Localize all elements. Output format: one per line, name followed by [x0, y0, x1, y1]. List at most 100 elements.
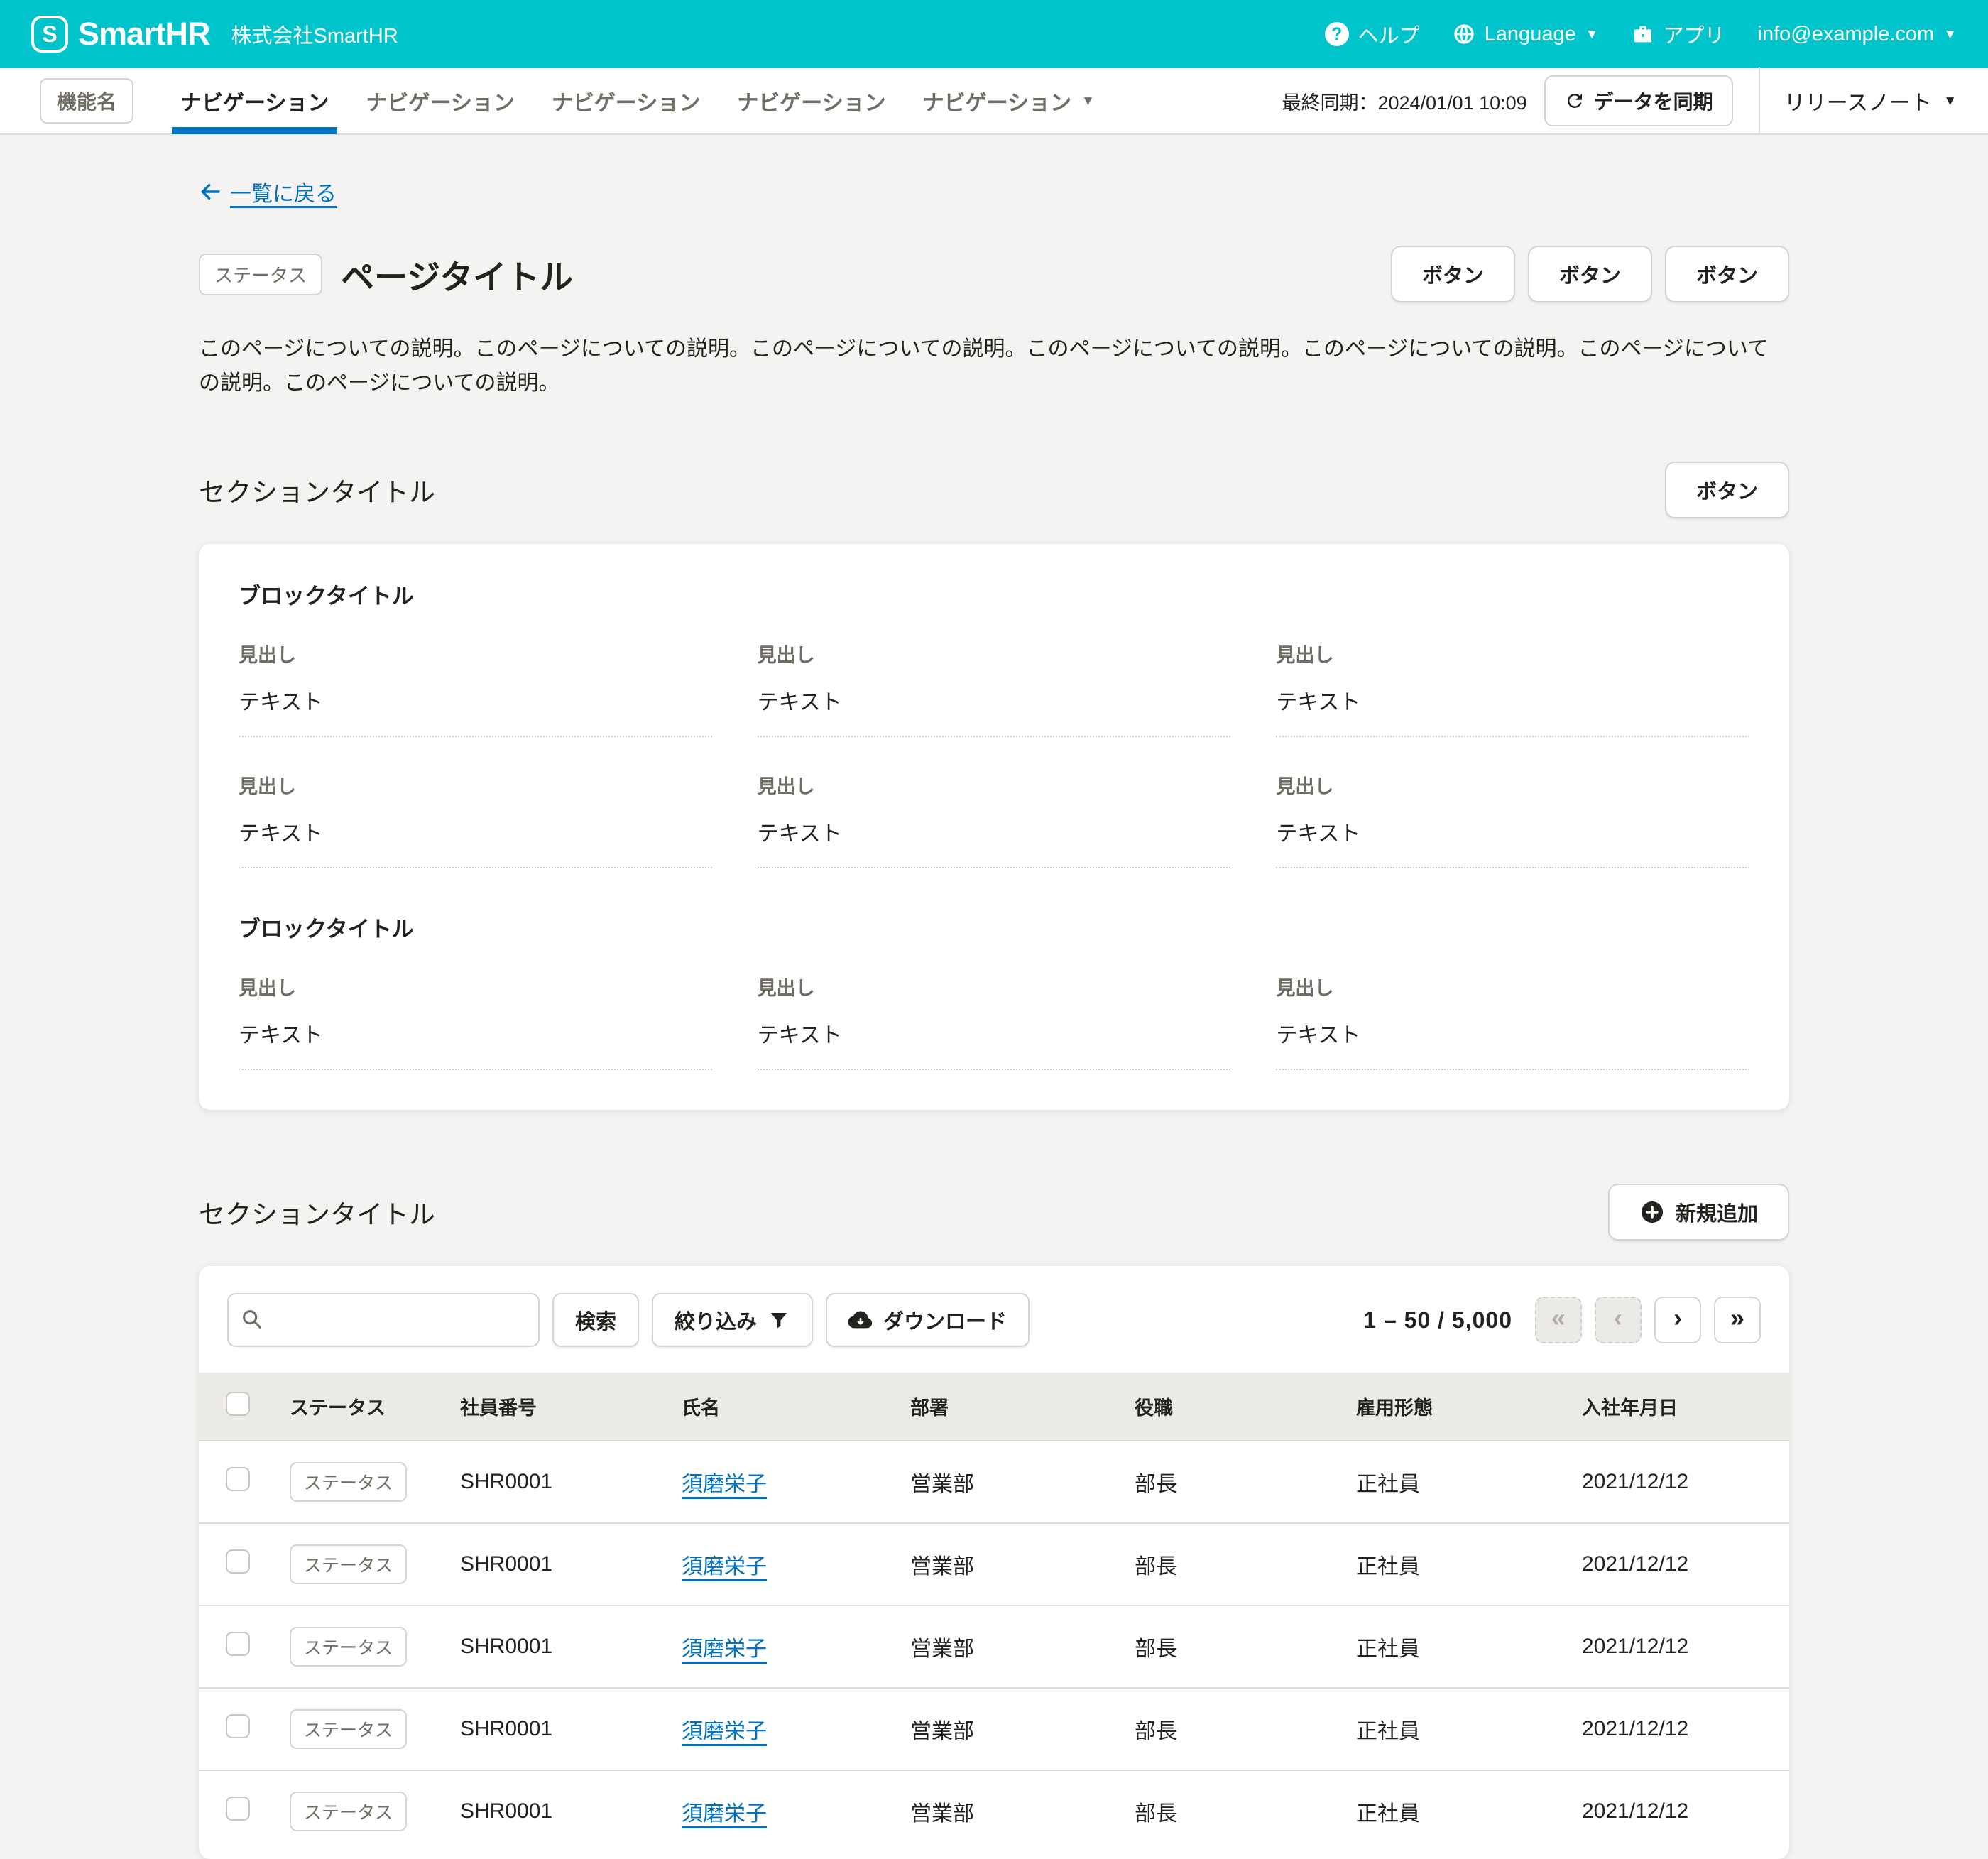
page-title-area: ステータス ページタイトル — [199, 250, 573, 299]
position-cell: 部長 — [1135, 1606, 1356, 1688]
next-page-button[interactable]: › — [1654, 1297, 1701, 1343]
department-cell: 営業部 — [910, 1688, 1135, 1770]
department-cell: 営業部 — [910, 1441, 1135, 1523]
nav-item-5-dropdown[interactable]: ナビゲーション▼ — [905, 67, 1113, 134]
block-2: ブロックタイトル 見出しテキスト 見出しテキスト 見出しテキスト — [239, 911, 1749, 1070]
field-label: 見出し — [758, 973, 1231, 1001]
status-badge: ステータス — [290, 1544, 407, 1584]
release-notes-menu[interactable]: リリースノート ▼ — [1784, 85, 1957, 116]
field: 見出しテキスト — [758, 771, 1231, 868]
last-page-button[interactable]: » — [1714, 1297, 1761, 1343]
search-button[interactable]: 検索 — [552, 1293, 639, 1347]
info-card: ブロックタイトル 見出しテキスト 見出しテキスト 見出しテキスト 見出しテキスト… — [199, 544, 1789, 1110]
page-action-button-2[interactable]: ボタン — [1528, 246, 1652, 302]
account-email: info@example.com — [1758, 23, 1935, 46]
page-action-button-3[interactable]: ボタン — [1665, 246, 1789, 302]
download-button[interactable]: ダウンロード — [826, 1293, 1030, 1347]
smarthr-logo-icon[interactable]: S — [31, 16, 68, 53]
row-checkbox[interactable] — [226, 1549, 250, 1574]
double-chevron-left-icon: « — [1551, 1305, 1566, 1331]
page-action-button-1[interactable]: ボタン — [1391, 246, 1515, 302]
section2-title: セクションタイトル — [199, 1193, 435, 1231]
add-new-button[interactable]: 新規追加 — [1608, 1184, 1789, 1241]
nav-item-3[interactable]: ナビゲーション — [533, 67, 719, 134]
table-row: ステータス SHR0001 須磨栄子 営業部 部長 正社員 2021/12/12 — [199, 1523, 1789, 1606]
nav-items: ナビゲーション ナビゲーション ナビゲーション ナビゲーション ナビゲーション▼ — [162, 67, 1113, 134]
field-label: 見出し — [758, 771, 1231, 799]
row-checkbox[interactable] — [226, 1714, 250, 1738]
refresh-icon — [1564, 90, 1585, 111]
search-input[interactable] — [227, 1293, 540, 1347]
company-name: 株式会社SmartHR — [231, 19, 398, 49]
employee-id-cell: SHR0001 — [460, 1523, 682, 1606]
hire-date-cell: 2021/12/12 — [1582, 1523, 1789, 1606]
page-description: このページについての説明。このページについての説明。このページについての説明。こ… — [199, 332, 1789, 400]
language-menu[interactable]: Language ▼ — [1453, 23, 1599, 46]
row-checkbox[interactable] — [226, 1797, 250, 1821]
column-header-position: 役職 — [1135, 1373, 1356, 1441]
filter-button[interactable]: 絞り込み — [652, 1293, 813, 1347]
sync-data-button[interactable]: データを同期 — [1544, 75, 1733, 126]
field-value: テキスト — [758, 685, 1231, 737]
header-actions: ? ヘルプ Language ▼ アプリ info@example.com ▼ — [1325, 19, 1957, 49]
feature-name-badge: 機能名 — [40, 78, 133, 124]
employee-name-link[interactable]: 須磨栄子 — [682, 1802, 767, 1826]
column-header-name: 氏名 — [682, 1373, 910, 1441]
column-header-department: 部署 — [910, 1373, 1135, 1441]
block-title: ブロックタイトル — [239, 578, 1749, 610]
field-value: テキスト — [239, 685, 712, 737]
nav-item-4[interactable]: ナビゲーション — [719, 67, 904, 134]
department-cell: 営業部 — [910, 1523, 1135, 1606]
row-checkbox[interactable] — [226, 1467, 250, 1491]
position-cell: 部長 — [1135, 1523, 1356, 1606]
field-label: 見出し — [1276, 973, 1749, 1001]
table-row: ステータス SHR0001 須磨栄子 営業部 部長 正社員 2021/12/12 — [199, 1606, 1789, 1688]
table-row: ステータス SHR0001 須磨栄子 営業部 部長 正社員 2021/12/12 — [199, 1770, 1789, 1852]
section1-header: セクションタイトル ボタン — [199, 462, 1789, 518]
employee-id-cell: SHR0001 — [460, 1688, 682, 1770]
table-header-row: ステータス 社員番号 氏名 部署 役職 雇用形態 入社年月日 — [199, 1373, 1789, 1441]
search-box — [227, 1293, 540, 1347]
employee-name-link[interactable]: 須磨栄子 — [682, 1473, 767, 1496]
help-icon: ? — [1325, 22, 1349, 46]
chevron-down-icon: ▼ — [1081, 94, 1095, 108]
back-to-list-link[interactable]: 一覧に戻る — [199, 176, 337, 207]
chevron-left-icon: ‹ — [1614, 1305, 1622, 1331]
plus-circle-icon — [1639, 1199, 1665, 1225]
brand-name[interactable]: SmartHR — [78, 16, 210, 53]
field-value: テキスト — [758, 816, 1231, 868]
section1-button[interactable]: ボタン — [1665, 462, 1789, 518]
double-chevron-right-icon: » — [1730, 1305, 1744, 1331]
select-all-checkbox[interactable] — [226, 1392, 250, 1416]
field-value: テキスト — [239, 1018, 712, 1070]
employee-name-link[interactable]: 須磨栄子 — [682, 1555, 767, 1579]
status-badge: ステータス — [290, 1792, 407, 1831]
nav-item-1-active[interactable]: ナビゲーション — [162, 67, 347, 134]
arrow-left-icon — [199, 180, 222, 203]
apps-label: アプリ — [1664, 19, 1725, 49]
table-row: ステータス SHR0001 須磨栄子 営業部 部長 正社員 2021/12/12 — [199, 1441, 1789, 1523]
field-label: 見出し — [758, 640, 1231, 667]
chevron-right-icon: › — [1673, 1305, 1682, 1331]
help-link[interactable]: ? ヘルプ — [1325, 19, 1420, 49]
app-header: S SmartHR 株式会社SmartHR ? ヘルプ Language ▼ ア… — [0, 0, 1988, 68]
column-header-employee-id: 社員番号 — [460, 1373, 682, 1441]
nav-item-2[interactable]: ナビゲーション — [347, 67, 532, 134]
employee-name-link[interactable]: 須磨栄子 — [682, 1637, 767, 1661]
row-checkbox[interactable] — [226, 1632, 250, 1656]
field-value: テキスト — [758, 1018, 1231, 1070]
employment-type-cell: 正社員 — [1356, 1441, 1582, 1523]
section1-title: セクションタイトル — [199, 471, 435, 509]
field-value: テキスト — [1276, 1018, 1749, 1070]
field: 見出しテキスト — [239, 771, 712, 868]
field-value: テキスト — [1276, 685, 1749, 737]
employee-name-link[interactable]: 須磨栄子 — [682, 1720, 767, 1743]
field-label: 見出し — [239, 640, 712, 667]
prev-page-button: ‹ — [1595, 1297, 1642, 1343]
apps-menu[interactable]: アプリ — [1632, 19, 1725, 49]
status-badge: ステータス — [290, 1627, 407, 1667]
main-content: 一覧に戻る ステータス ページタイトル ボタン ボタン ボタン このページについ… — [199, 135, 1789, 1859]
account-menu[interactable]: info@example.com ▼ — [1758, 23, 1957, 46]
chevron-down-icon: ▼ — [1943, 28, 1957, 41]
status-badge: ステータス — [290, 1709, 407, 1749]
